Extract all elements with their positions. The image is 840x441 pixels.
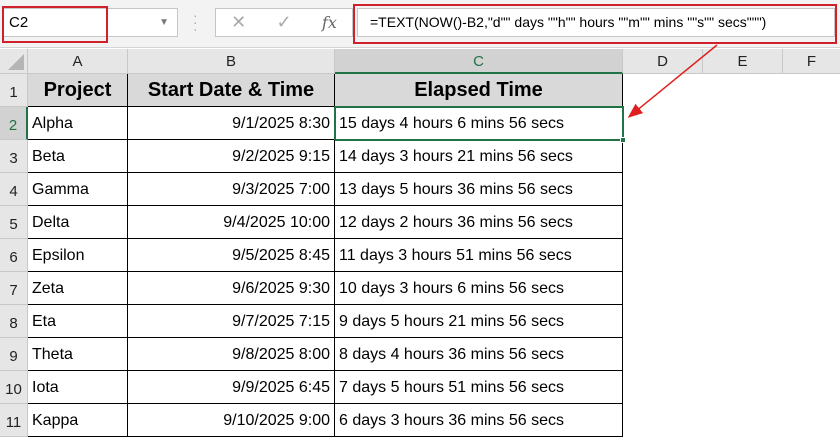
arrow-line <box>627 44 718 118</box>
annotation-arrow <box>627 44 718 118</box>
